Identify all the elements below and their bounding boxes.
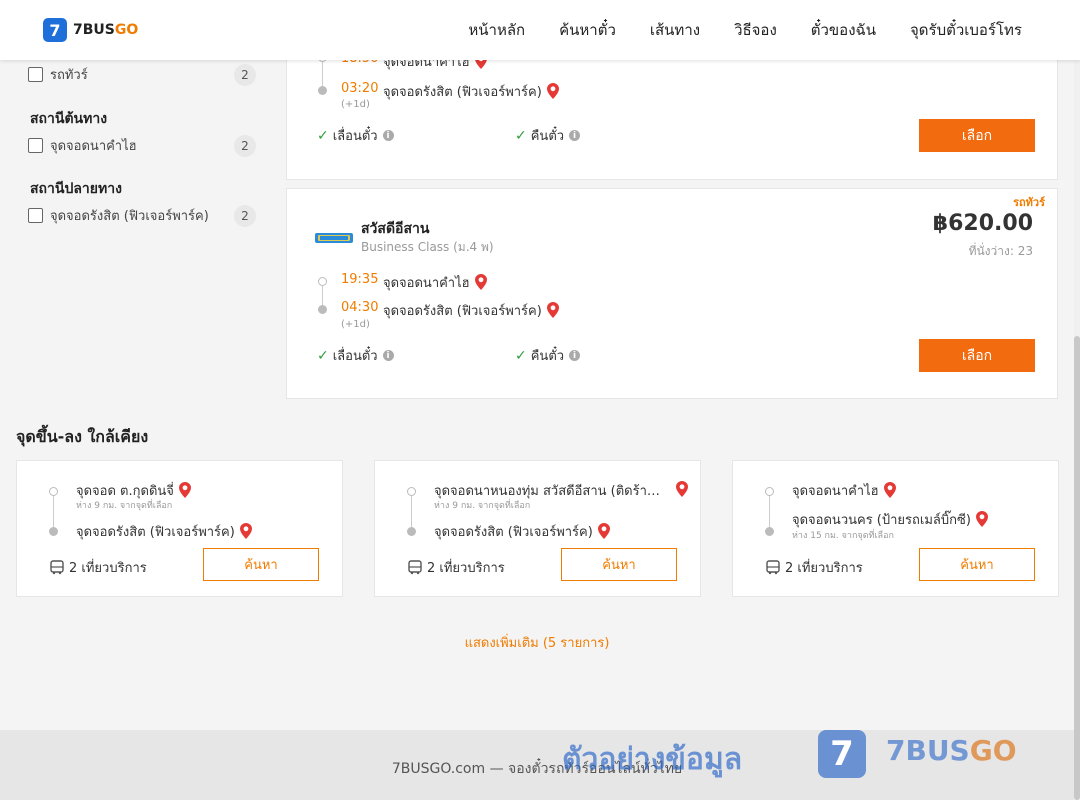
ticket-price: ฿620.00: [932, 211, 1033, 236]
arrival-dot: [318, 305, 327, 314]
nav-routes[interactable]: เส้นทาง: [650, 18, 700, 42]
logo-text: 7BUSGO: [73, 22, 139, 38]
departure-dot: [765, 487, 774, 496]
nearby-card: จุดจอดนาหนองทุ่ม สวัสดีอีสาน (ติดร้านอาห…: [374, 460, 701, 597]
plus-day: (+1d): [341, 99, 370, 110]
nearby-search-button[interactable]: ค้นหา: [561, 548, 677, 581]
watermark-text: ตัวอย่างข้อมูล: [562, 742, 743, 777]
map-pin-icon[interactable]: [474, 274, 487, 290]
feature-change-ticket: ✓ เลื่อนตั๋ว i: [317, 345, 394, 366]
nav-my-tickets[interactable]: ตั๋วของฉัน: [811, 18, 876, 42]
bus-type-tag: รถทัวร์: [1013, 196, 1045, 209]
info-icon[interactable]: i: [569, 130, 581, 141]
arrival-dot: [49, 527, 58, 536]
departure-time: 19:35: [341, 272, 379, 287]
site-header: 7 7BUSGO หน้าหลัก ค้นหาตั๋ว เส้นทาง วิธี…: [0, 0, 1080, 60]
trip-count: 2 เที่ยวบริการ: [50, 557, 147, 578]
nearby-distance: ห่าง 15 กม. จากจุดที่เลือก: [792, 531, 894, 541]
nearby-card: จุดจอดนาคำไฮ จุดจอดนวนคร (ป้ายรถเมล์บิ๊ก…: [732, 460, 1059, 597]
operator-name: สวัสดีอีสาน: [361, 221, 430, 237]
map-pin-icon[interactable]: [883, 482, 896, 498]
nearby-distance: ห่าง 9 กม. จากจุดที่เลือก: [76, 501, 173, 511]
logo-badge-icon: 7: [43, 18, 67, 42]
arrival-dot: [765, 527, 774, 536]
nearby-from-stop[interactable]: จุดจอดนาคำไฮ: [792, 480, 896, 501]
select-trip-button[interactable]: เลือก: [919, 339, 1035, 372]
filter-count: 2: [234, 135, 256, 157]
filter-count: 2: [234, 64, 256, 86]
show-more-link[interactable]: แสดงเพิ่มเติม (5 รายการ): [0, 632, 1074, 653]
trip-card: รถทัวร์ สวัสดีอีสาน Business Class (ม.4 …: [286, 188, 1058, 399]
map-pin-icon[interactable]: [597, 523, 610, 539]
departure-dot: [49, 487, 58, 496]
checkbox[interactable]: [28, 66, 43, 82]
info-icon[interactable]: i: [569, 350, 581, 361]
arrival-stop[interactable]: จุดจอดรังสิต (ฟิวเจอร์พาร์ค): [383, 81, 559, 102]
select-trip-button[interactable]: เลือก: [919, 119, 1035, 152]
map-pin-icon[interactable]: [178, 482, 191, 498]
plus-day: (+1d): [341, 319, 370, 330]
origin-filter-title: สถานีต้นทาง: [30, 111, 108, 127]
watermark-logo-icon: 7: [818, 730, 866, 778]
nearby-search-button[interactable]: ค้นหา: [919, 548, 1035, 581]
map-pin-icon[interactable]: [239, 523, 252, 539]
nearby-title: จุดขึ้น-ลง ใกล้เคียง: [16, 427, 149, 446]
nearby-to-stop[interactable]: จุดจอดรังสิต (ฟิวเจอร์พาร์ค): [76, 521, 252, 542]
check-icon: ✓: [317, 127, 329, 144]
main-nav: หน้าหลัก ค้นหาตั๋ว เส้นทาง วิธีจอง ตั๋วข…: [434, 0, 1022, 60]
feature-refund-ticket: ✓ คืนตั๋ว i: [515, 125, 581, 146]
checkbox[interactable]: [28, 207, 43, 223]
departure-stop[interactable]: จุดจอดนาคำไฮ: [383, 272, 487, 293]
bus-icon: [766, 560, 780, 575]
filter-count: 2: [234, 205, 256, 227]
operator-logo-icon: [315, 233, 353, 243]
filter-bus-type[interactable]: รถทัวร์ 2: [28, 63, 256, 86]
map-pin-icon[interactable]: [546, 302, 559, 318]
nearby-search-button[interactable]: ค้นหา: [203, 548, 319, 581]
arrival-dot: [318, 86, 327, 95]
nearby-card: จุดจอด ต.กุดดินจี่ ห่าง 9 กม. จากจุดที่เ…: [16, 460, 343, 597]
map-pin-icon[interactable]: [676, 481, 688, 497]
feature-refund-ticket: ✓ คืนตั๋ว i: [515, 345, 581, 366]
nearby-to-stop[interactable]: จุดจอดนวนคร (ป้ายรถเมล์บิ๊กซี): [792, 509, 988, 530]
departure-dot: [318, 277, 327, 286]
site-logo[interactable]: 7 7BUSGO: [43, 18, 138, 42]
nav-search-tickets[interactable]: ค้นหาตั๋ว: [559, 18, 616, 42]
nearby-to-stop[interactable]: จุดจอดรังสิต (ฟิวเจอร์พาร์ค): [434, 521, 610, 542]
watermark-brand: 7BUSGO: [886, 734, 1017, 767]
nearby-distance: ห่าง 9 กม. จากจุดที่เลือก: [434, 501, 531, 511]
map-pin-icon[interactable]: [546, 83, 559, 99]
trip-count: 2 เที่ยวบริการ: [408, 557, 505, 578]
available-seats: ที่นั่งว่าง: 23: [968, 244, 1033, 258]
info-icon[interactable]: i: [382, 350, 394, 361]
arrival-stop[interactable]: จุดจอดรังสิต (ฟิวเจอร์พาร์ค): [383, 300, 559, 321]
site-footer: 7BUSGO.com — จองตั๋วรถทัวร์ออนไลน์ทั่วไท…: [0, 730, 1074, 800]
bus-icon: [408, 560, 422, 575]
nav-ticket-points[interactable]: จุดรับตั๋วเบอร์โทร: [910, 18, 1022, 42]
info-icon[interactable]: i: [382, 130, 394, 141]
nav-how-to-book[interactable]: วิธีจอง: [734, 18, 777, 42]
trip-count: 2 เที่ยวบริการ: [766, 557, 863, 578]
dest-filter-title: สถานีปลายทาง: [30, 181, 122, 197]
check-icon: ✓: [515, 347, 527, 364]
check-icon: ✓: [317, 347, 329, 364]
filter-origin-station[interactable]: จุดจอดนาคำไฮ 2: [28, 134, 256, 157]
scrollbar-thumb[interactable]: [1074, 336, 1080, 800]
departure-dot: [407, 487, 416, 496]
feature-change-ticket: ✓ เลื่อนตั๋ว i: [317, 125, 394, 146]
arrival-time: 04:30: [341, 300, 379, 315]
map-pin-icon[interactable]: [975, 511, 988, 527]
checkbox[interactable]: [28, 137, 43, 153]
nav-home[interactable]: หน้าหลัก: [468, 18, 525, 42]
arrival-time: 03:20: [341, 81, 379, 96]
check-icon: ✓: [515, 127, 527, 144]
arrival-dot: [407, 527, 416, 536]
filter-dest-station[interactable]: จุดจอดรังสิต (ฟิวเจอร์พาร์ค) 2: [28, 204, 256, 227]
bus-icon: [50, 560, 64, 575]
bus-class: Business Class (ม.4 พ): [361, 240, 494, 254]
